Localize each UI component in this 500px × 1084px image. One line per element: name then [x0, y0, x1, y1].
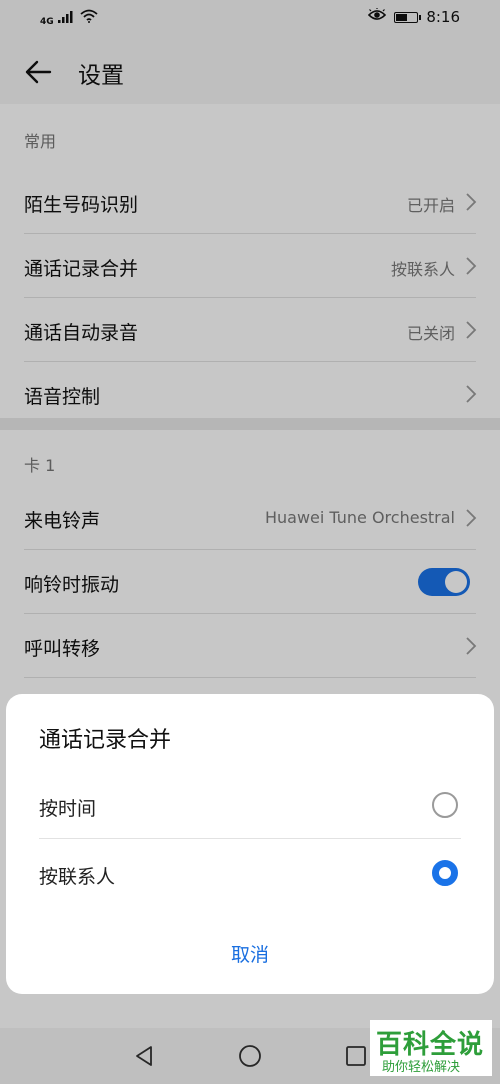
radio-unchecked-icon[interactable] [432, 792, 458, 818]
watermark: 百科全说 助你轻松解决 [370, 1020, 492, 1076]
option-label: 按联系人 [39, 866, 116, 888]
option-by-time[interactable]: 按时间 [39, 772, 464, 840]
cancel-button[interactable]: 取消 [6, 940, 494, 967]
option-by-contact[interactable]: 按联系人 [39, 840, 464, 908]
phone-screen: 4G 8:16 设置 常用 陌生号码识别 已开启 通话记录合并 按联系人 通话自… [0, 0, 500, 1084]
option-label: 按时间 [39, 798, 97, 820]
merge-dialog: 通话记录合并 按时间 按联系人 取消 [6, 694, 494, 994]
dialog-title: 通话记录合并 [39, 728, 172, 753]
divider [39, 838, 461, 839]
radio-checked-icon[interactable] [432, 860, 458, 886]
watermark-tagline: 助你轻松解决 [382, 1060, 461, 1075]
